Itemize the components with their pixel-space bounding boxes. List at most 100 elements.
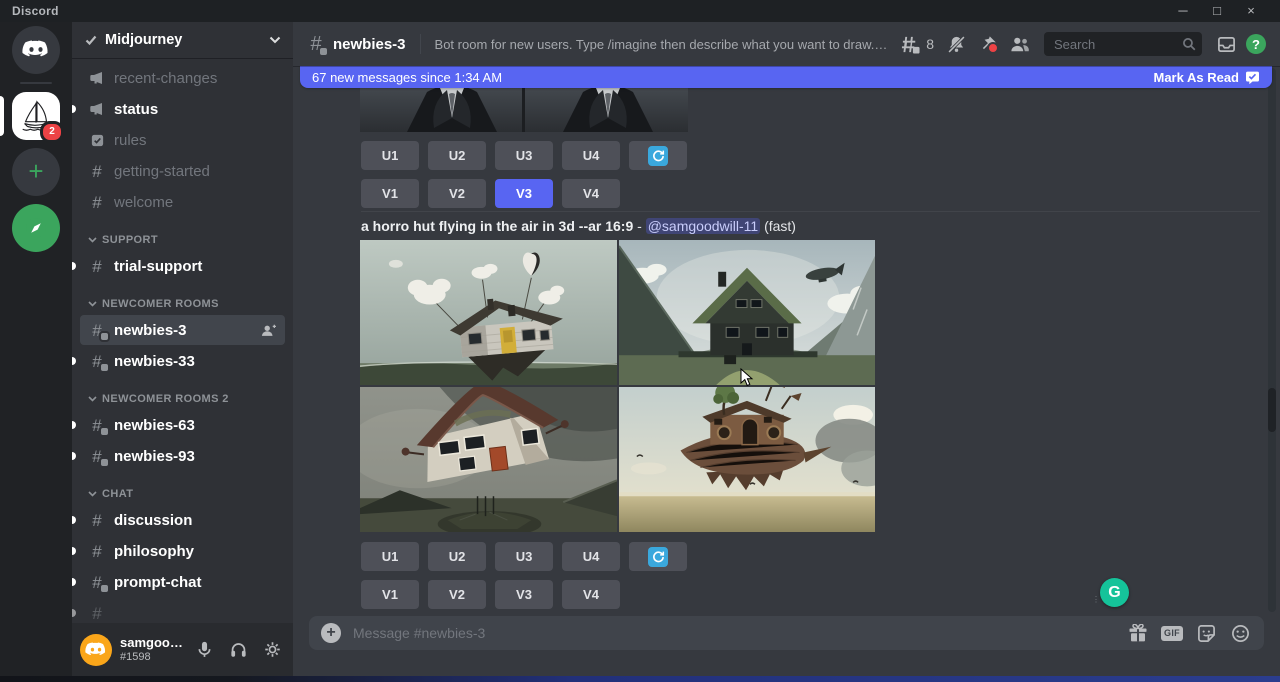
- hash-bot-icon: #: [88, 417, 106, 434]
- u2-button[interactable]: U2: [428, 542, 486, 571]
- section-chat[interactable]: CHAT: [80, 485, 285, 503]
- sidebar-item-welcome[interactable]: # welcome: [80, 187, 285, 217]
- threads-icon[interactable]: [898, 32, 922, 56]
- chat-scrollbar-thumb[interactable]: [1268, 388, 1276, 432]
- u4-button[interactable]: U4: [562, 542, 620, 571]
- v3-button[interactable]: V3: [495, 580, 553, 609]
- v1-button[interactable]: V1: [361, 580, 419, 609]
- sidebar-item-recent-changes[interactable]: recent-changes: [80, 63, 285, 93]
- sidebar-item-status[interactable]: status: [80, 94, 285, 124]
- background-window-strip: [0, 676, 1280, 682]
- mark-as-read-button[interactable]: Mark As Read: [1154, 70, 1261, 85]
- message-prompt-line: a horro hut flying in the air in 3d --ar…: [361, 218, 1260, 234]
- channel-name: rules: [114, 132, 277, 149]
- channel-name: trial-support: [114, 258, 277, 275]
- sidebar-item-newbies-33[interactable]: # newbies-33: [80, 346, 285, 376]
- u2-button[interactable]: U2: [428, 141, 486, 170]
- emoji-icon[interactable]: [1228, 622, 1252, 644]
- window-controls: ─ □ ×: [1166, 0, 1268, 22]
- message-input[interactable]: [351, 624, 1116, 642]
- generated-image-3[interactable]: [360, 387, 617, 532]
- username: samgoodw...: [120, 636, 183, 651]
- sidebar-item-newbies-63[interactable]: # newbies-63: [80, 410, 285, 440]
- minimize-button[interactable]: ─: [1166, 0, 1200, 22]
- u1-button[interactable]: U1: [361, 141, 419, 170]
- sidebar-item-newbies-3[interactable]: # newbies-3: [80, 315, 285, 345]
- user-info[interactable]: samgoodw... #1598: [120, 636, 183, 664]
- user-avatar[interactable]: [80, 634, 112, 666]
- user-mention[interactable]: @samgoodwill-11: [646, 218, 760, 234]
- inbox-icon[interactable]: [1214, 32, 1238, 56]
- attach-plus-icon[interactable]: +: [321, 623, 341, 643]
- headphones-button[interactable]: [225, 637, 251, 663]
- v1-button[interactable]: V1: [361, 179, 419, 208]
- v3-button-selected[interactable]: V3: [495, 179, 553, 208]
- channel-name: welcome: [114, 194, 277, 211]
- generated-image-cropped[interactable]: [360, 88, 688, 132]
- u3-button[interactable]: U3: [495, 141, 553, 170]
- generated-image-2[interactable]: [619, 240, 875, 385]
- add-server-button[interactable]: +: [12, 148, 60, 196]
- generated-image-1[interactable]: [360, 240, 617, 385]
- u3-button[interactable]: U3: [495, 542, 553, 571]
- server-header[interactable]: Midjourney: [72, 22, 293, 58]
- pinned-messages-icon[interactable]: [976, 32, 1000, 56]
- channel-name: discussion: [114, 512, 277, 529]
- discord-logo-icon: [22, 40, 50, 60]
- sidebar-item-partial[interactable]: #: [80, 598, 285, 623]
- channel-topic[interactable]: Bot room for new users. Type /imagine th…: [435, 37, 891, 52]
- v2-button[interactable]: V2: [428, 179, 486, 208]
- section-support[interactable]: SUPPORT: [80, 231, 285, 249]
- pin-alert-dot: [987, 42, 999, 54]
- grammarly-icon[interactable]: G: [1100, 578, 1129, 607]
- sidebar-item-trial-support[interactable]: # trial-support: [80, 251, 285, 281]
- maximize-button[interactable]: □: [1200, 0, 1234, 22]
- gif-label: GIF: [1161, 626, 1183, 641]
- member-list-icon[interactable]: [1008, 32, 1032, 56]
- mark-as-read-label: Mark As Read: [1154, 70, 1240, 85]
- reroll-button[interactable]: [629, 141, 687, 170]
- hash-icon: #: [88, 512, 106, 529]
- grammarly-grip[interactable]: ⋮⋮: [1092, 598, 1097, 610]
- home-button[interactable]: [12, 26, 60, 74]
- create-invite-icon[interactable]: [261, 324, 277, 337]
- gif-picker-icon[interactable]: GIF: [1160, 622, 1184, 644]
- chevron-down-icon: [88, 301, 97, 307]
- close-button[interactable]: ×: [1234, 0, 1268, 22]
- sidebar-item-prompt-chat[interactable]: # prompt-chat: [80, 567, 285, 597]
- u1-button[interactable]: U1: [361, 542, 419, 571]
- help-icon[interactable]: ?: [1246, 34, 1266, 54]
- sidebar-item-philosophy[interactable]: # philosophy: [80, 536, 285, 566]
- settings-gear-button[interactable]: [259, 637, 285, 663]
- sidebar-item-getting-started[interactable]: # getting-started: [80, 156, 285, 186]
- u4-button[interactable]: U4: [562, 141, 620, 170]
- new-messages-text: 67 new messages since 1:34 AM: [312, 70, 502, 85]
- discord-window: Discord ─ □ × 2 +: [0, 0, 1280, 682]
- v4-button[interactable]: V4: [562, 179, 620, 208]
- window-title: Discord: [12, 4, 59, 18]
- notifications-muted-icon[interactable]: [944, 32, 968, 56]
- new-messages-bar[interactable]: 67 new messages since 1:34 AM Mark As Re…: [300, 66, 1272, 88]
- sidebar-item-rules[interactable]: rules: [80, 125, 285, 155]
- reroll-button[interactable]: [629, 542, 687, 571]
- section-newcomer-rooms-2[interactable]: NEWCOMER ROOMS 2: [80, 390, 285, 408]
- explore-servers-button[interactable]: [12, 204, 60, 252]
- server-button-midjourney[interactable]: 2: [12, 92, 60, 140]
- chat-scrollbar-track[interactable]: [1268, 68, 1276, 612]
- channel-title: newbies-3: [333, 36, 406, 53]
- megaphone-icon: [88, 70, 106, 86]
- mic-button[interactable]: [191, 637, 217, 663]
- generated-image-grid[interactable]: [360, 240, 875, 532]
- v2-button[interactable]: V2: [428, 580, 486, 609]
- sticker-icon[interactable]: [1194, 622, 1218, 644]
- v4-button[interactable]: V4: [562, 580, 620, 609]
- gift-icon[interactable]: [1126, 622, 1150, 644]
- unread-dot: [72, 421, 76, 429]
- message-divider: [361, 211, 1260, 212]
- search-input[interactable]: [1052, 36, 1182, 53]
- generated-image-4[interactable]: [619, 387, 875, 532]
- channel-name: newbies-3: [114, 322, 253, 339]
- sidebar-item-discussion[interactable]: # discussion: [80, 505, 285, 535]
- sidebar-item-newbies-93[interactable]: # newbies-93: [80, 441, 285, 471]
- section-newcomer-rooms[interactable]: NEWCOMER ROOMS: [80, 295, 285, 313]
